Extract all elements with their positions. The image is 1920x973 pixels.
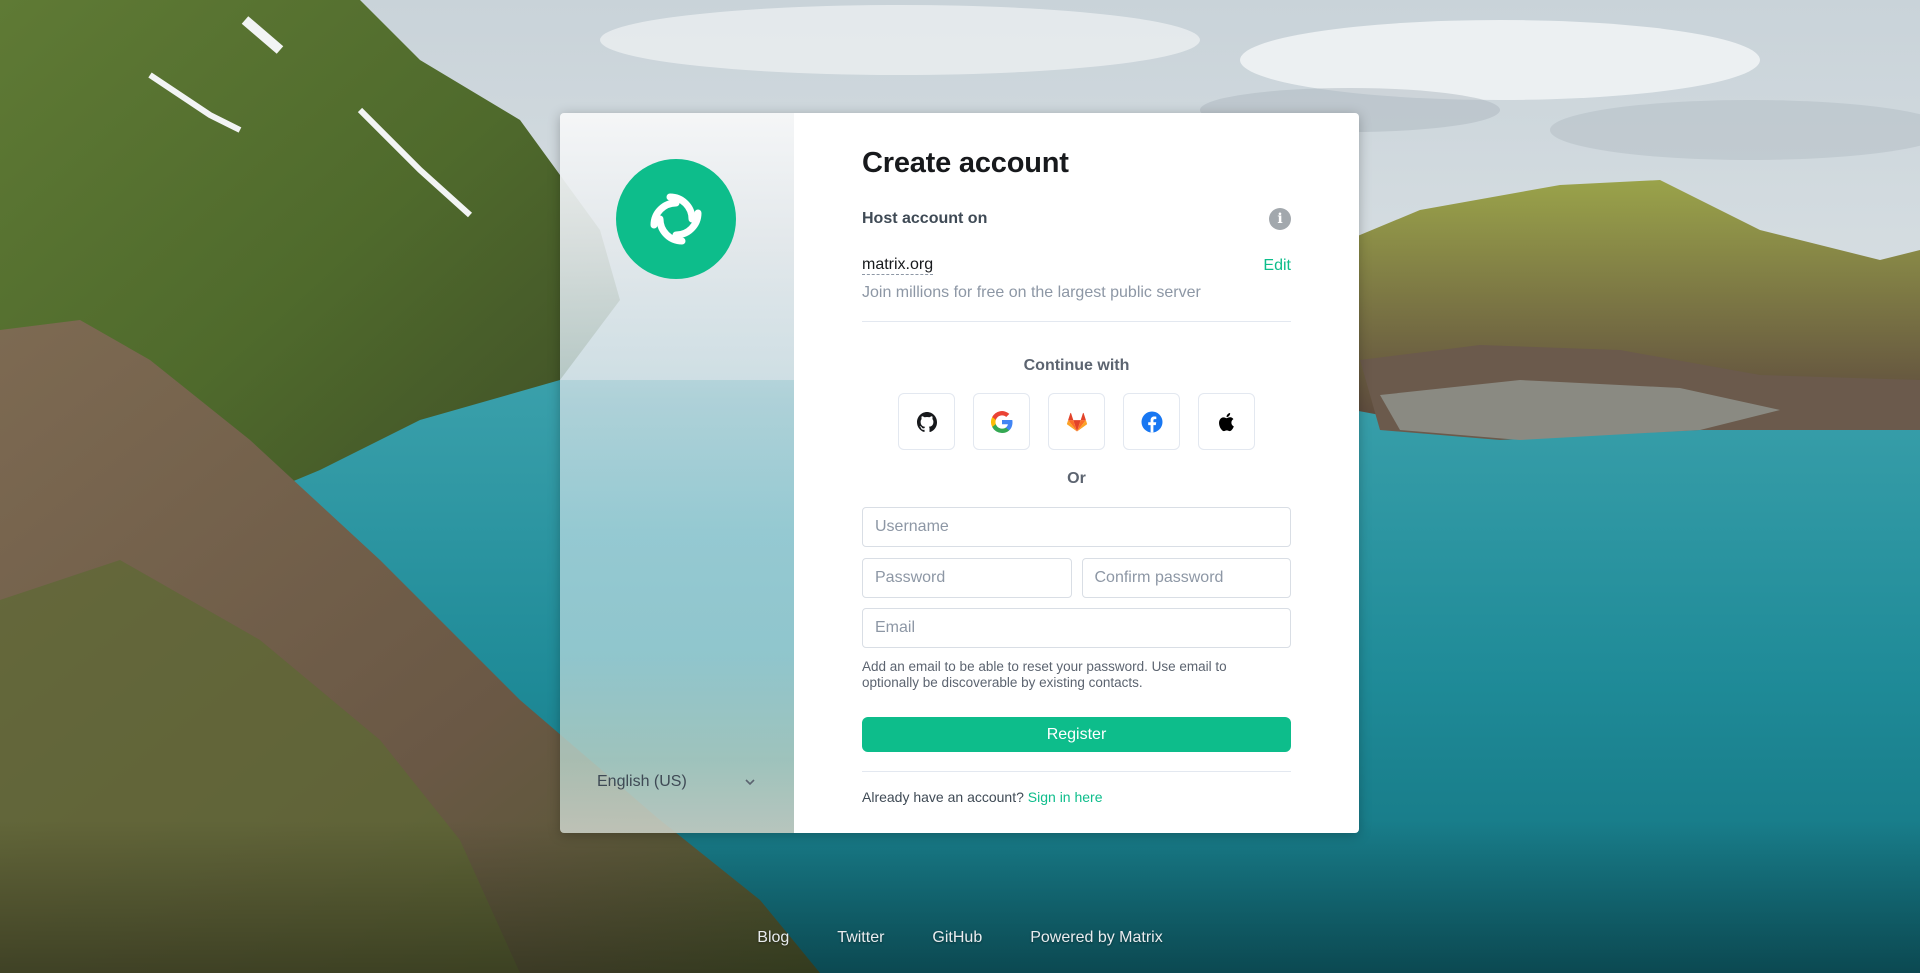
facebook-icon xyxy=(1141,411,1162,432)
email-help-text: Add an email to be able to reset your pa… xyxy=(862,659,1227,690)
host-account-label: Host account on xyxy=(862,210,988,227)
register-button[interactable]: Register xyxy=(862,717,1291,752)
apple-icon xyxy=(1218,412,1234,431)
divider xyxy=(862,321,1291,322)
username-input[interactable] xyxy=(862,507,1291,547)
edit-server-link[interactable]: Edit xyxy=(1263,257,1291,275)
gitlab-sso-button[interactable] xyxy=(1048,393,1105,450)
page-title: Create account xyxy=(862,147,1069,179)
footer-links: Blog Twitter GitHub Powered by Matrix xyxy=(0,929,1920,947)
language-selector-label: English (US) xyxy=(597,773,687,790)
apple-sso-button[interactable] xyxy=(1198,393,1255,450)
footer-link-blog[interactable]: Blog xyxy=(757,929,789,947)
signin-row: Already have an account? Sign in here xyxy=(862,789,1291,805)
element-logo-icon xyxy=(616,159,736,279)
language-selector[interactable]: English (US) xyxy=(597,773,757,791)
confirm-password-input[interactable] xyxy=(1081,558,1291,598)
password-row xyxy=(862,558,1291,598)
footer-link-github[interactable]: GitHub xyxy=(932,929,982,947)
password-input[interactable] xyxy=(862,558,1072,598)
github-sso-button[interactable] xyxy=(898,393,955,450)
info-icon[interactable]: i xyxy=(1269,208,1291,230)
footer-link-twitter[interactable]: Twitter xyxy=(837,929,884,947)
chevron-down-icon xyxy=(745,779,755,786)
gitlab-icon xyxy=(1066,412,1087,431)
signin-prompt: Already have an account? xyxy=(862,789,1028,805)
github-icon xyxy=(916,411,937,432)
server-row: matrix.org Edit xyxy=(862,256,1291,275)
card-side-panel: English (US) xyxy=(560,113,794,833)
facebook-sso-button[interactable] xyxy=(1123,393,1180,450)
signin-link[interactable]: Sign in here xyxy=(1028,789,1103,805)
sso-buttons xyxy=(862,393,1291,450)
continue-with-label: Continue with xyxy=(1023,357,1130,374)
registration-card: English (US) Create account Host account… xyxy=(560,113,1359,833)
google-sso-button[interactable] xyxy=(973,393,1030,450)
or-label: Or xyxy=(1067,470,1086,487)
server-name[interactable]: matrix.org xyxy=(862,256,934,275)
email-input[interactable] xyxy=(862,608,1291,648)
google-icon xyxy=(990,410,1012,433)
host-account-row: Host account on i xyxy=(862,208,1291,230)
server-description: Join millions for free on the largest pu… xyxy=(862,284,1201,301)
registration-form-panel: Create account Host account on i matrix.… xyxy=(794,113,1359,833)
footer-link-powered-by-matrix[interactable]: Powered by Matrix xyxy=(1030,929,1163,947)
divider xyxy=(862,771,1291,772)
